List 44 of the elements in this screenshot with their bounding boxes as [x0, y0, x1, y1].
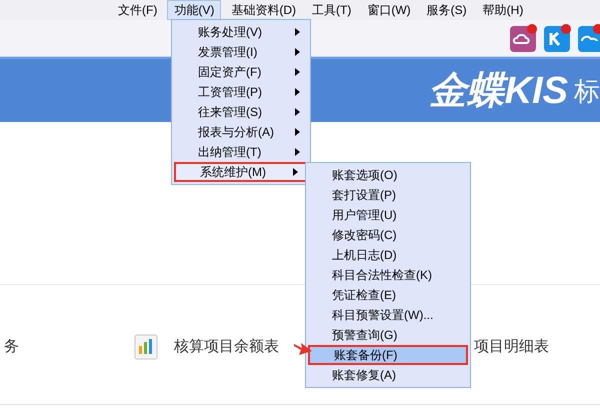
menu-item[interactable]: 窗口(W) — [361, 0, 417, 20]
menu-item[interactable]: 凭证检查(E) — [308, 285, 468, 305]
submenu-arrow-icon — [295, 28, 300, 36]
menu-item[interactable]: 账套备份(F) — [308, 345, 468, 365]
report-link[interactable]: 核算项目余额表 — [174, 336, 279, 358]
menu-item[interactable]: 工资管理(P) — [174, 82, 308, 102]
menu-item[interactable]: 工具(T) — [306, 0, 358, 20]
cloud-app-icon[interactable] — [578, 24, 600, 52]
menu-item[interactable]: 系统维护(M) — [174, 162, 308, 182]
edition-text: 标 — [574, 78, 600, 104]
cloud-app-icon[interactable] — [510, 24, 538, 52]
menu-item[interactable]: 套打设置(P) — [308, 185, 468, 205]
menu-item[interactable]: 账套修复(A) — [308, 365, 468, 385]
menu-item[interactable]: 科目合法性检查(K) — [308, 265, 468, 285]
menu-item[interactable]: 服务(S) — [420, 0, 473, 20]
menu-item[interactable]: 账务处理(V) — [174, 22, 308, 42]
arrow — [294, 340, 312, 358]
k-app-icon[interactable] — [544, 24, 572, 52]
submenu-arrow-icon — [295, 128, 300, 136]
menu-item[interactable]: 往来管理(S) — [174, 102, 308, 122]
menu-item[interactable]: 发票管理(I) — [174, 42, 308, 62]
menu-item[interactable]: 修改密码(C) — [308, 225, 468, 245]
menu-item[interactable]: 固定资产(F) — [174, 62, 308, 82]
submenu-arrow-icon — [295, 68, 300, 76]
menu-item[interactable]: 上机日志(D) — [308, 245, 468, 265]
menu-item[interactable]: 帮助(H) — [476, 0, 530, 20]
menu-item[interactable]: 科目预警设置(W)... — [308, 305, 468, 325]
menu-item[interactable]: 账套选项(O) — [308, 165, 468, 185]
submenu-arrow-icon — [295, 108, 300, 116]
submenu-arrow-icon — [295, 48, 300, 56]
item-text: 项目明细表 — [474, 336, 549, 357]
submenu-arrow-icon — [295, 88, 300, 96]
item-text: 务 — [4, 336, 19, 357]
menu-item[interactable]: 用户管理(U) — [308, 205, 468, 225]
bar-chart-icon[interactable] — [134, 334, 158, 360]
menu-item[interactable]: 预警查询(G) — [308, 325, 468, 345]
logo-text: 金蝶KIS — [428, 72, 568, 110]
menu-item[interactable]: 功能(V) — [167, 0, 222, 20]
menu-item[interactable]: 报表与分析(A) — [174, 122, 308, 142]
menu-item[interactable]: 出纳管理(T) — [174, 142, 308, 162]
submenu-arrow-icon — [295, 148, 300, 156]
menu-item[interactable]: 基础资料(D) — [225, 0, 302, 20]
submenu-arrow-icon — [293, 168, 298, 176]
menu-item[interactable]: 文件(F) — [112, 0, 164, 20]
